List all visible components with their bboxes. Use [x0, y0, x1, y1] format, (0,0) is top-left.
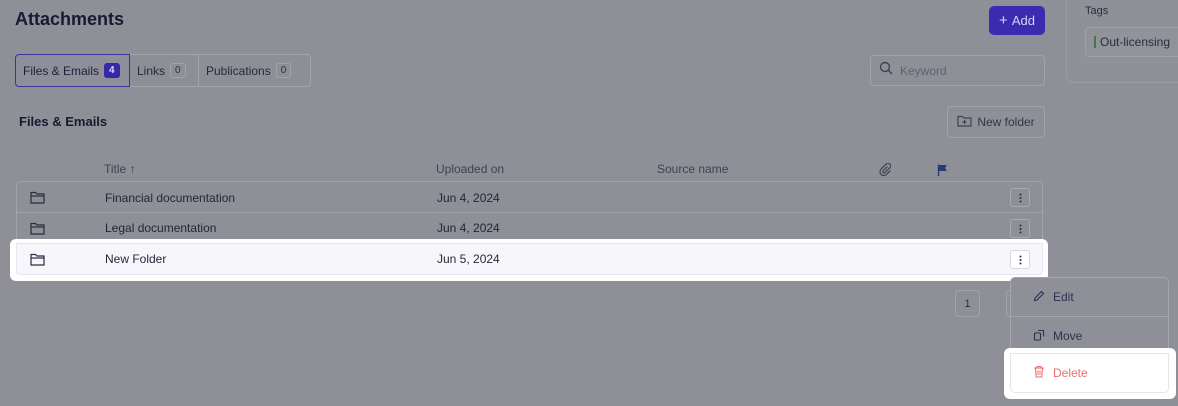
column-header-title[interactable]: Title ↑: [104, 162, 136, 176]
tab-publications[interactable]: Publications 0: [199, 54, 311, 87]
search-input[interactable]: [900, 63, 1030, 78]
tag-color-indicator: [1094, 36, 1096, 48]
new-folder-button[interactable]: New folder: [947, 106, 1045, 138]
search-box: [870, 55, 1045, 86]
kebab-icon: [1019, 193, 1021, 202]
folder-icon: [30, 222, 45, 240]
tab-count-badge: 0: [275, 63, 292, 78]
table-row-selected[interactable]: New Folder Jun 5, 2024: [16, 243, 1043, 275]
tab-count-badge: 4: [104, 63, 120, 78]
sort-arrow-icon: ↑: [129, 162, 136, 176]
add-button-label: Add: [1011, 13, 1035, 28]
section-title: Files & Emails: [19, 114, 108, 129]
column-header-uploaded[interactable]: Uploaded on: [436, 162, 504, 176]
column-header-source[interactable]: Source name: [657, 162, 728, 176]
row-title[interactable]: Legal documentation: [105, 221, 216, 235]
tab-links[interactable]: Links 0: [130, 54, 199, 87]
tag-chip-label: Out-licensing: [1100, 35, 1171, 49]
page-title: Attachments: [15, 9, 125, 29]
trash-icon: [1033, 365, 1045, 381]
row-menu-button[interactable]: [1010, 250, 1030, 269]
folder-plus-icon: [957, 114, 972, 130]
flag-icon[interactable]: [937, 164, 948, 179]
new-folder-label: New folder: [977, 115, 1035, 129]
folder-icon: [30, 253, 45, 271]
menu-item-label: Edit: [1053, 290, 1074, 304]
folder-icon: [30, 191, 45, 209]
kebab-icon: [1019, 224, 1021, 233]
menu-item-edit[interactable]: Edit: [1011, 278, 1168, 316]
tab-label: Publications: [206, 63, 271, 78]
column-title-label: Title: [104, 162, 127, 176]
row-uploaded: Jun 4, 2024: [437, 191, 500, 205]
tags-label: Tags: [1085, 5, 1109, 17]
row-uploaded: Jun 5, 2024: [437, 252, 500, 266]
menu-item-label: Delete: [1053, 366, 1088, 380]
menu-item-label: Move: [1053, 329, 1083, 343]
tab-label: Links: [137, 63, 166, 78]
page-button[interactable]: 1: [955, 290, 980, 317]
add-button[interactable]: + Add: [989, 6, 1045, 35]
plus-icon: +: [999, 12, 1008, 29]
table-row[interactable]: Financial documentation Jun 4, 2024: [16, 181, 1043, 213]
row-menu-button[interactable]: [1010, 219, 1030, 238]
row-title[interactable]: Financial documentation: [105, 191, 235, 205]
paperclip-icon[interactable]: [879, 162, 892, 179]
tab-label: Files & Emails: [23, 63, 100, 78]
pencil-icon: [1033, 290, 1045, 305]
kebab-icon: [1019, 255, 1021, 264]
row-menu-button[interactable]: [1010, 188, 1030, 207]
tag-chip[interactable]: Out-licensing: [1085, 27, 1178, 57]
menu-item-delete[interactable]: Delete: [1010, 353, 1169, 393]
row-title[interactable]: New Folder: [105, 252, 166, 266]
tab-count-badge: 0: [170, 63, 186, 78]
search-icon: [879, 61, 893, 80]
tab-files-emails[interactable]: Files & Emails 4: [15, 54, 130, 87]
move-icon: [1033, 329, 1045, 344]
row-uploaded: Jun 4, 2024: [437, 221, 500, 235]
